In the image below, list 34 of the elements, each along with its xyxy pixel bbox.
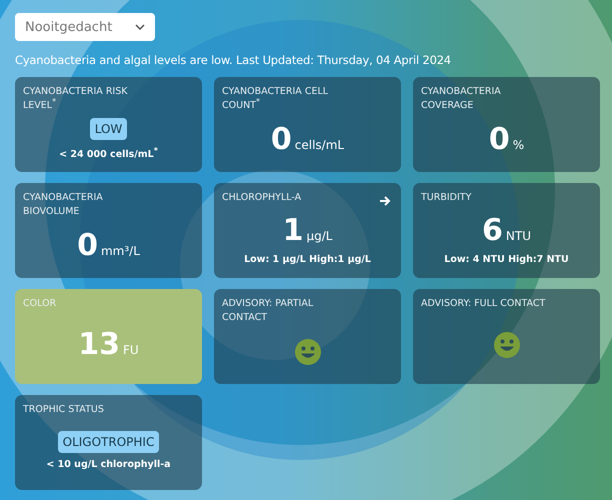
metric-unit: mm³/L [100,244,140,258]
location-dropdown[interactable]: Nooitgedacht [15,13,155,41]
status-summary: Cyanobacteria and algal levels are low. Last Updated: Thursday, 04 April 2024 [15,53,452,67]
metric-value: 0 [488,122,510,157]
card-title: CYANOBACTERIA CELL COUNT$^{*}$ [222,85,330,113]
metric-value: 0 [77,228,98,263]
range-note: < 10 ug/L chlorophyll-a [46,459,171,470]
card-title: CYANOBACTERIA RISK LEVEL$^{*}$ [23,85,128,113]
metric-value: 6 [482,212,503,248]
card-title: TURBIDITY [421,191,472,205]
level-badge: OLIGOTROPHIC [58,431,160,453]
card-title: COLOR [23,297,58,311]
smiley-face-icon [492,330,520,358]
chevron-down-icon [135,24,145,30]
metric-unit: % [512,138,524,152]
range-note: Low: 4 NTU High:7 NTU [444,254,569,264]
card-title: CHLOROPHYLL-A [222,191,302,205]
level-badge: LOW [90,118,128,140]
metric-value: 1 [282,212,304,248]
card-title: TROPHIC STATUS [23,403,105,417]
metric-unit: µg/L [306,228,332,242]
card-title: CYANOBACTERIA BIOVOLUME [23,191,104,219]
metric-value: 13 [78,327,120,362]
metric-unit: NTU [506,228,531,242]
metric-unit: cells/mL [294,138,344,152]
metric-value: 0 [270,122,292,157]
range-note: Low: 1 µg/L High:1 µg/L [244,254,371,264]
metric-unit: FU [123,343,139,357]
card-title: ADVISORY: PARTIAL CONTACT [222,297,314,325]
card-title: ADVISORY: FULL CONTACT [421,297,546,311]
range-note: < 24 000 cells/mL$^{*}$ [59,146,158,161]
card-title: CYANOBACTERIA COVERAGE [421,85,502,113]
arrow-right-icon[interactable] [379,195,391,207]
smiley-face-icon [294,338,322,366]
